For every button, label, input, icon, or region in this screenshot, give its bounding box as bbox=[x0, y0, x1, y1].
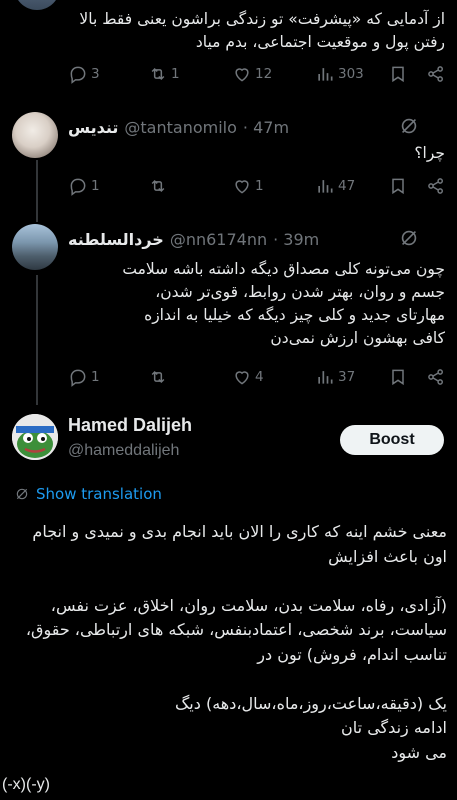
reply-button[interactable]: 1 bbox=[68, 176, 100, 196]
share-button[interactable] bbox=[426, 64, 446, 84]
bookmark-button[interactable] bbox=[388, 176, 408, 196]
author-name[interactable]: Hamed Dalijeh bbox=[68, 415, 192, 436]
reply-icon bbox=[70, 178, 86, 196]
repost-count: 1 bbox=[171, 66, 180, 82]
boost-button[interactable]: Boost bbox=[340, 425, 444, 455]
no-reply-icon[interactable] bbox=[398, 115, 420, 137]
like-button[interactable]: 4 bbox=[232, 367, 264, 387]
show-translation-label[interactable]: Show translation bbox=[36, 485, 162, 503]
bookmark-button[interactable] bbox=[388, 367, 408, 387]
pepe-avatar-icon bbox=[12, 414, 58, 460]
tweet-actions: 1 4 37 bbox=[0, 367, 457, 391]
views-icon bbox=[318, 68, 333, 81]
share-icon bbox=[428, 178, 443, 194]
display-name[interactable]: خردالسلطنه bbox=[68, 230, 164, 249]
reply-count: 1 bbox=[91, 178, 100, 194]
bookmark-icon bbox=[392, 66, 404, 83]
like-count: 12 bbox=[255, 66, 273, 82]
reply-button[interactable]: 3 bbox=[68, 64, 100, 84]
repost-icon bbox=[151, 179, 165, 193]
tweet-header: تندیس @tantanomilo · 47m bbox=[68, 115, 289, 139]
tweet-text: از آدمایی که «پیشرفت» تو زندگی براشون یع… bbox=[79, 10, 445, 51]
handle[interactable]: @nn6174nn bbox=[170, 230, 267, 249]
repost-icon bbox=[151, 370, 165, 384]
bookmark-icon bbox=[392, 369, 404, 386]
repost-button[interactable] bbox=[148, 176, 171, 196]
views-button[interactable]: 303 bbox=[315, 64, 364, 84]
views-icon bbox=[318, 371, 333, 384]
tweet-actions: 1 1 47 bbox=[0, 176, 457, 200]
post-formula: (-x)(-y) bbox=[2, 776, 50, 793]
repost-button[interactable]: 1 bbox=[148, 64, 180, 84]
reply-button[interactable]: 1 bbox=[68, 367, 100, 387]
heart-icon bbox=[235, 68, 249, 82]
share-icon bbox=[428, 66, 443, 82]
share-icon bbox=[428, 369, 443, 385]
timestamp[interactable]: · 47m bbox=[243, 118, 289, 137]
tweet[interactable]: از آدمایی که «پیشرفت» تو زندگی براشون یع… bbox=[0, 0, 457, 100]
bookmark-icon bbox=[392, 178, 404, 195]
author-handle[interactable]: @hameddalijeh bbox=[68, 442, 179, 460]
bookmark-button[interactable] bbox=[388, 64, 408, 84]
tweet[interactable]: تندیس @tantanomilo · 47m چرا؟ 1 1 47 bbox=[0, 112, 457, 212]
views-button[interactable]: 37 bbox=[315, 367, 355, 387]
share-button[interactable] bbox=[426, 176, 446, 196]
tweet[interactable]: خردالسلطنه @nn6174nn · 39m چون می‌تونه ک… bbox=[0, 224, 457, 394]
avatar[interactable] bbox=[12, 112, 58, 158]
show-translation-link[interactable]: Show translation bbox=[14, 485, 162, 503]
share-button[interactable] bbox=[426, 367, 446, 387]
timestamp[interactable]: · 39m bbox=[273, 230, 319, 249]
handle[interactable]: @tantanomilo bbox=[124, 118, 237, 137]
heart-icon bbox=[235, 371, 249, 385]
tweet-header: خردالسلطنه @nn6174nn · 39m bbox=[68, 227, 319, 251]
no-reply-icon[interactable] bbox=[398, 227, 420, 249]
views-count: 37 bbox=[338, 369, 356, 385]
post-body: معنی خشم اینه که کاری را الان باید انجام… bbox=[25, 522, 447, 762]
like-button[interactable]: 12 bbox=[232, 64, 272, 84]
tweet-text: چون می‌تونه کلی مصداق دیگه داشته باشه سل… bbox=[122, 260, 445, 347]
like-count: 4 bbox=[255, 369, 264, 385]
views-button[interactable]: 47 bbox=[315, 176, 355, 196]
tweet-actions: 3 1 12 303 bbox=[0, 64, 457, 88]
repost-icon bbox=[151, 67, 165, 81]
reply-icon bbox=[70, 66, 86, 84]
repost-button[interactable] bbox=[148, 367, 171, 387]
heart-icon bbox=[235, 180, 249, 194]
reply-count: 1 bbox=[91, 369, 100, 385]
views-count: 303 bbox=[338, 66, 364, 82]
views-icon bbox=[318, 180, 333, 193]
reply-icon bbox=[70, 369, 86, 387]
reply-count: 3 bbox=[91, 66, 100, 82]
like-count: 1 bbox=[255, 178, 264, 194]
avatar[interactable] bbox=[12, 224, 58, 270]
views-count: 47 bbox=[338, 178, 356, 194]
tweet-text: چرا؟ bbox=[414, 144, 445, 162]
like-button[interactable]: 1 bbox=[232, 176, 264, 196]
translate-icon bbox=[16, 488, 28, 500]
display-name[interactable]: تندیس bbox=[68, 118, 118, 137]
avatar[interactable] bbox=[12, 414, 58, 460]
